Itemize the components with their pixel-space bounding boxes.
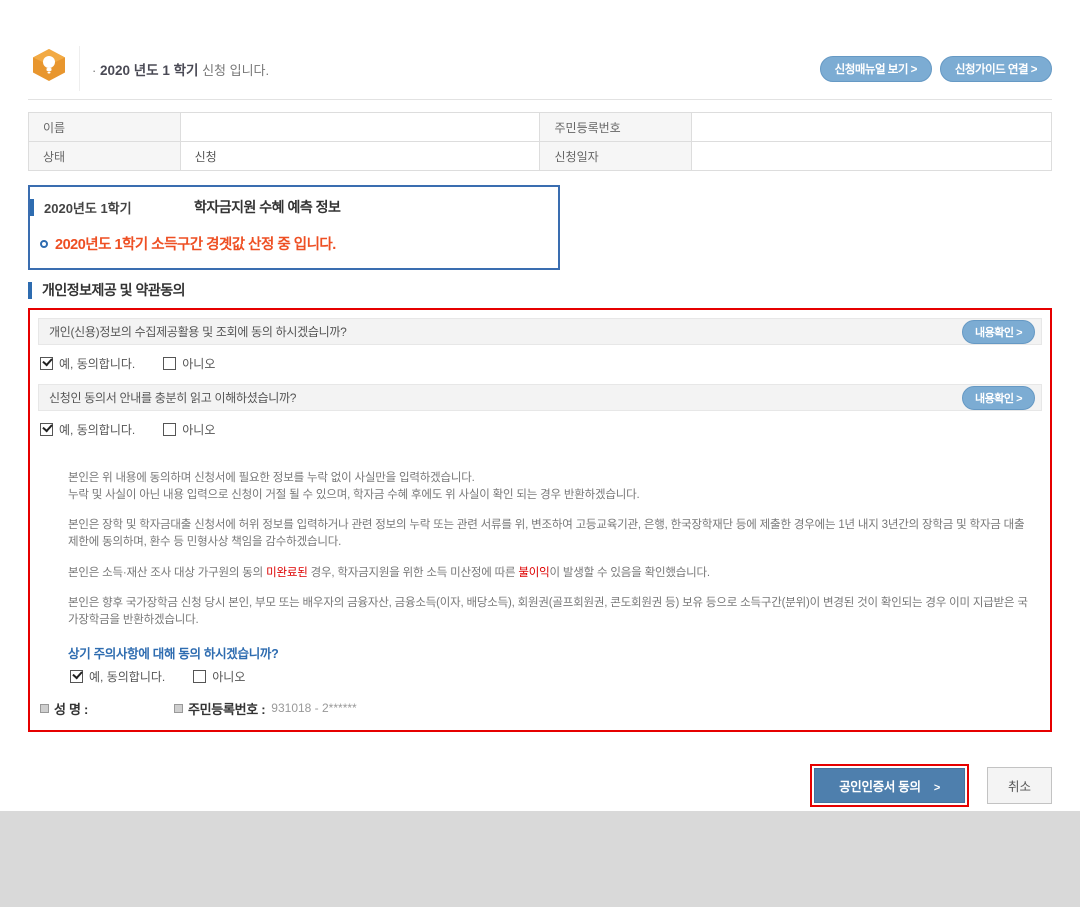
consent-2-yes-checkbox[interactable] [40, 423, 53, 436]
section-title-row: 개인정보제공 및 약관동의 [28, 280, 1052, 300]
consent-box: 개인(신용)정보의 수집제공활용 및 조회에 동의 하시겠습니까? 내용확인 >… [28, 308, 1052, 732]
terms-p3-seg1: 본인은 소득·재산 조사 대상 가구원의 동의 [68, 567, 266, 579]
square-bullet-icon [40, 704, 49, 713]
consent-1-yes-label: 예, 동의합니다. [59, 355, 135, 372]
circle-bullet-icon [40, 240, 48, 248]
consent-question-2: 신청인 동의서 안내를 충분히 읽고 이해하셨습니까? 내용확인 > [38, 384, 1042, 411]
final-no-checkbox[interactable] [193, 670, 206, 683]
chevron-right-icon: > [934, 782, 940, 794]
header-buttons: 신청매뉴얼 보기 > 신청가이드 연결 > [820, 56, 1052, 82]
prediction-title-row: 2020년도 1학기 학자금지원 수혜 예측 정보 [30, 197, 546, 217]
status-label-cell: 상태 [29, 142, 181, 171]
guide-link-button[interactable]: 신청가이드 연결 > [940, 56, 1052, 82]
prediction-semester: 2020년도 1학기 [44, 198, 194, 217]
page-title: · 2020 년도 1 학기 신청 입니다. [92, 59, 269, 79]
apply-date-value-cell [692, 142, 1052, 171]
terms-paragraph-2: 본인은 장학 및 학자금대출 신청서에 허위 정보를 입력하거나 관련 정보의 … [68, 517, 1042, 550]
rrn-field-value: 931018 - 2****** [271, 701, 356, 715]
consent-question-1-text: 개인(신용)정보의 수집제공활용 및 조회에 동의 하시겠습니까? [49, 323, 346, 340]
consent-question-1: 개인(신용)정보의 수집제공활용 및 조회에 동의 하시겠습니까? 내용확인 > [38, 318, 1042, 345]
cancel-button[interactable]: 취소 [987, 767, 1052, 804]
consent-1-no-label: 아니오 [182, 355, 215, 372]
blue-bar-icon [30, 199, 34, 216]
signature-row: 성 명 : 주민등록번호 : 931018 - 2****** [40, 699, 1042, 718]
terms-p3-red2: 불이익 [518, 567, 549, 579]
prediction-notice: 2020년도 1학기 소득구간 경곗값 산정 중 입니다. [55, 233, 336, 254]
final-yes-label: 예, 동의합니다. [89, 668, 165, 685]
rrn-field-label: 주민등록번호 : [188, 699, 265, 718]
rrn-value-cell [692, 113, 1052, 142]
manual-view-button[interactable]: 신청매뉴얼 보기 > [820, 56, 932, 82]
rrn-label-cell: 주민등록번호 [540, 113, 692, 142]
main-content: · 2020 년도 1 학기 신청 입니다. 신청매뉴얼 보기 > 신청가이드 … [0, 0, 1080, 811]
table-row: 이름 주민등록번호 [29, 113, 1052, 142]
square-bullet-icon [174, 704, 183, 713]
terms-p3-seg2: 경우, 학자금지원을 위한 소득 미산정에 따른 [308, 567, 519, 579]
terms-paragraph-4: 본인은 향후 국가장학금 신청 당시 본인, 부모 또는 배우자의 금융자산, … [68, 595, 1042, 628]
footer-area [0, 811, 1080, 907]
terms-paragraph-1: 본인은 위 내용에 동의하며 신청서에 필요한 정보를 누락 없이 사실만을 입… [68, 470, 1042, 503]
terms-p3-red1: 미완료된 [266, 567, 308, 579]
prediction-title: 학자금지원 수혜 예측 정보 [194, 197, 340, 217]
name-label-cell: 이름 [29, 113, 181, 142]
aid-prediction-box: 2020년도 1학기 학자금지원 수혜 예측 정보 2020년도 1학기 소득구… [28, 185, 560, 270]
certificate-consent-button[interactable]: 공인인증서 동의 > [814, 768, 965, 803]
consent-1-yes-checkbox[interactable] [40, 357, 53, 370]
semester-label: 2020 년도 1 학기 [100, 63, 198, 78]
final-yes-checkbox[interactable] [70, 670, 83, 683]
certificate-consent-label: 공인인증서 동의 [839, 780, 921, 794]
view-content-button-2[interactable]: 내용확인 > [962, 386, 1035, 410]
final-no-label: 아니오 [212, 668, 245, 685]
page-header: · 2020 년도 1 학기 신청 입니다. 신청매뉴얼 보기 > 신청가이드 … [28, 46, 1052, 100]
final-consent-choices: 예, 동의합니다. 아니오 [68, 662, 1042, 689]
consent-2-choices: 예, 동의합니다. 아니오 [38, 411, 1042, 450]
applicant-info-table: 이름 주민등록번호 상태 신청 신청일자 [28, 112, 1052, 171]
terms-p1-line1: 본인은 위 내용에 동의하며 신청서에 필요한 정보를 누락 없이 사실만을 입… [68, 472, 475, 484]
name-field-label: 성 명 : [54, 699, 88, 718]
status-value-cell: 신청 [180, 142, 540, 171]
semester-suffix: 신청 입니다. [202, 63, 269, 78]
table-row: 상태 신청 신청일자 [29, 142, 1052, 171]
lightbulb-icon [28, 46, 80, 91]
prediction-notice-row: 2020년도 1학기 소득구간 경곗값 산정 중 입니다. [40, 233, 546, 254]
terms-p3-seg3: 이 발생할 수 있음을 확인했습니다. [550, 567, 710, 579]
title-prefix: · [92, 63, 96, 78]
consent-1-no-checkbox[interactable] [163, 357, 176, 370]
section-title: 개인정보제공 및 약관동의 [42, 280, 185, 300]
name-value-cell [180, 113, 540, 142]
terms-p1-line2: 누락 및 사실이 아닌 내용 입력으로 신청이 거절 될 수 있으며, 학자금 … [68, 489, 640, 501]
terms-paragraph-3: 본인은 소득·재산 조사 대상 가구원의 동의 미완료된 경우, 학자금지원을 … [68, 565, 1042, 582]
consent-2-no-label: 아니오 [182, 421, 215, 438]
consent-1-choices: 예, 동의합니다. 아니오 [38, 345, 1042, 384]
view-content-button-1[interactable]: 내용확인 > [962, 320, 1035, 344]
consent-2-yes-label: 예, 동의합니다. [59, 421, 135, 438]
confirm-highlight-frame: 공인인증서 동의 > [810, 764, 969, 807]
final-consent-question: 상기 주의사항에 대해 동의 하시겠습니까? [68, 643, 1042, 662]
consent-2-no-checkbox[interactable] [163, 423, 176, 436]
apply-date-label-cell: 신청일자 [540, 142, 692, 171]
blue-bar-icon [28, 282, 32, 299]
consent-terms-text: 본인은 위 내용에 동의하며 신청서에 필요한 정보를 누락 없이 사실만을 입… [68, 470, 1042, 629]
action-buttons: 공인인증서 동의 > 취소 [28, 764, 1052, 811]
consent-question-2-text: 신청인 동의서 안내를 충분히 읽고 이해하셨습니까? [49, 389, 296, 406]
